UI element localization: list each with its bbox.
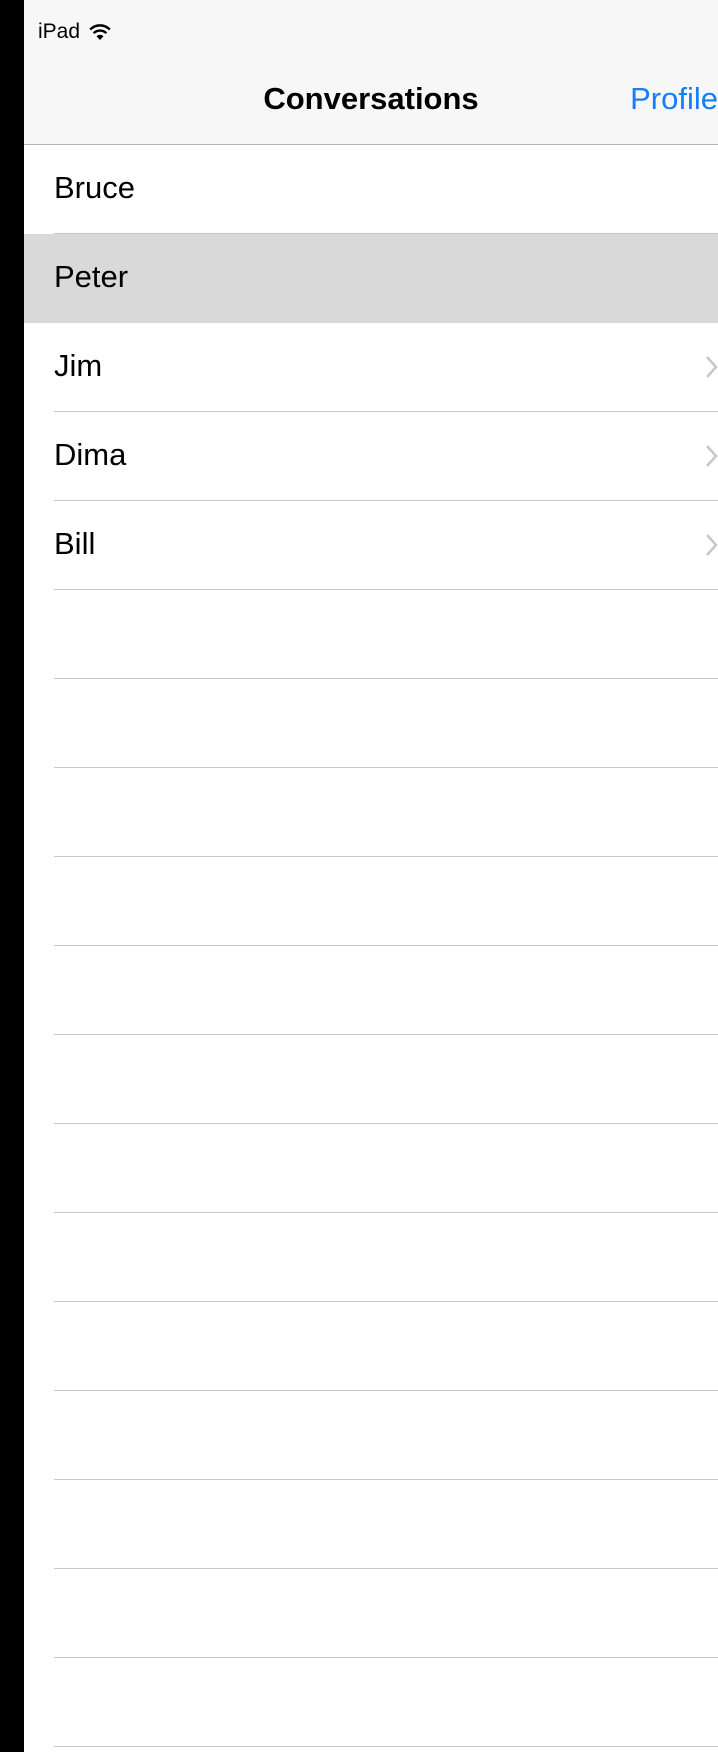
- status-carrier: iPad: [38, 20, 112, 44]
- list-item-dima[interactable]: Dima: [24, 412, 718, 501]
- conversation-list: Bruce Peter Jim Dima Bill: [24, 145, 718, 1752]
- empty-row: [24, 679, 718, 768]
- status-bar: iPad: [24, 0, 718, 56]
- empty-row: [24, 857, 718, 946]
- empty-row: [24, 1569, 718, 1658]
- ipad-screen: iPad Conversations Profile Bruce Peter J…: [24, 0, 718, 1752]
- list-item-label: Peter: [54, 259, 129, 294]
- empty-row: [24, 1391, 718, 1480]
- list-item-jim[interactable]: Jim: [24, 323, 718, 412]
- list-item-bill[interactable]: Bill: [24, 501, 718, 590]
- empty-row: [24, 1747, 718, 1752]
- carrier-label: iPad: [38, 20, 81, 43]
- empty-row: [24, 590, 718, 679]
- list-item-label: Bill: [54, 526, 96, 561]
- empty-row: [24, 1124, 718, 1213]
- empty-row: [24, 946, 718, 1035]
- chevron-right-icon: [706, 445, 718, 467]
- chevron-right-icon: [706, 356, 718, 378]
- list-item-label: Bruce: [54, 170, 135, 205]
- list-item-peter[interactable]: Peter: [24, 234, 718, 323]
- empty-row: [24, 1035, 718, 1124]
- list-item-bruce[interactable]: Bruce: [24, 145, 718, 234]
- empty-row: [24, 768, 718, 857]
- list-item-label: Jim: [54, 348, 103, 383]
- empty-row: [24, 1302, 718, 1391]
- profile-button[interactable]: Profile: [630, 81, 718, 117]
- list-item-label: Dima: [54, 437, 127, 472]
- navigation-bar: Conversations Profile: [24, 56, 718, 145]
- nav-title: Conversations: [263, 81, 479, 116]
- empty-row: [24, 1658, 718, 1747]
- empty-row: [24, 1480, 718, 1569]
- empty-row: [24, 1213, 718, 1302]
- chevron-right-icon: [706, 534, 718, 556]
- wifi-icon: [89, 24, 111, 40]
